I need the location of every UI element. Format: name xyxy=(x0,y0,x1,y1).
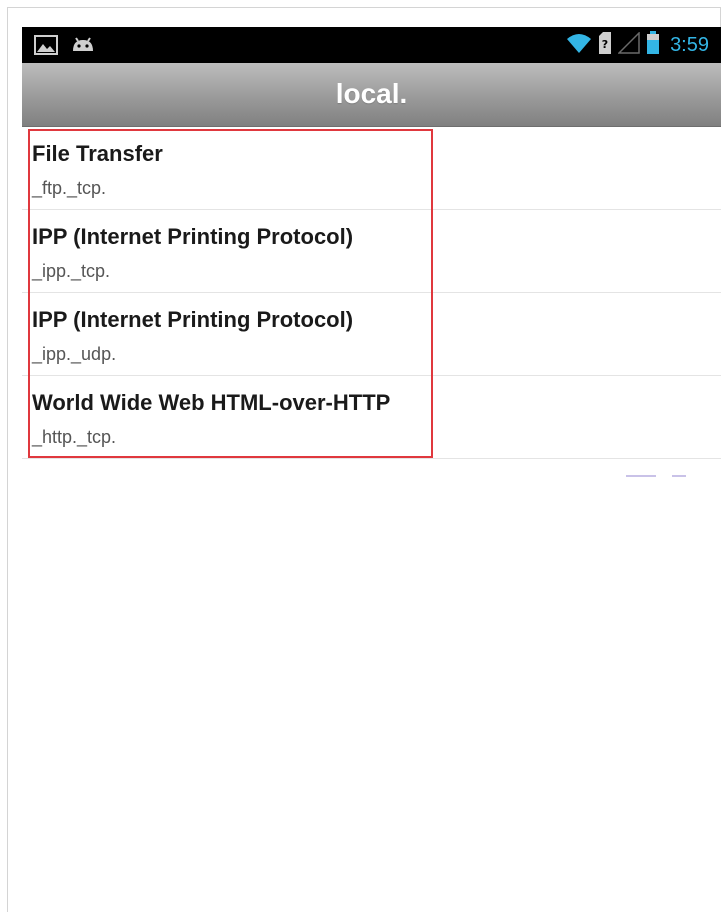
service-type: _ipp._udp. xyxy=(32,344,117,364)
service-name: World Wide Web HTML-over-HTTP xyxy=(32,390,391,415)
faint-mark xyxy=(672,475,686,477)
android-icon xyxy=(70,35,96,60)
list-item-http[interactable]: World Wide Web HTML-over-HTTP _http._tcp… xyxy=(22,376,721,459)
service-type: _ipp._tcp. xyxy=(32,261,111,281)
status-bar: ? 3:59 xyxy=(22,27,721,63)
service-list: File Transfer _ftp._tcp. IPP (Internet P… xyxy=(22,127,721,459)
wifi-icon xyxy=(566,32,592,59)
faint-mark xyxy=(626,475,656,477)
action-bar: local. xyxy=(22,63,721,127)
device-screen: ? 3:59 local. File Transfer _ftp._tcp. I… xyxy=(22,27,721,913)
signal-icon xyxy=(617,30,640,59)
page-title: local. xyxy=(335,78,408,109)
status-time: 3:59 xyxy=(670,33,709,56)
system-icons: ? 3:59 xyxy=(566,30,709,60)
service-name: File Transfer xyxy=(32,141,163,166)
service-type: _ftp._tcp. xyxy=(32,178,107,198)
service-name: IPP (Internet Printing Protocol) xyxy=(32,307,354,332)
sim-icon: ? xyxy=(598,31,612,59)
list-item-ipp-tcp[interactable]: IPP (Internet Printing Protocol) _ipp._t… xyxy=(22,210,721,293)
svg-text:?: ? xyxy=(602,38,608,51)
list-item-ftp[interactable]: File Transfer _ftp._tcp. xyxy=(22,127,721,210)
service-type: _http._tcp. xyxy=(32,427,117,447)
image-icon xyxy=(34,35,58,60)
notification-icons xyxy=(34,35,96,60)
service-name: IPP (Internet Printing Protocol) xyxy=(32,224,354,249)
battery-icon xyxy=(646,30,660,60)
list-item-ipp-udp[interactable]: IPP (Internet Printing Protocol) _ipp._u… xyxy=(22,293,721,376)
